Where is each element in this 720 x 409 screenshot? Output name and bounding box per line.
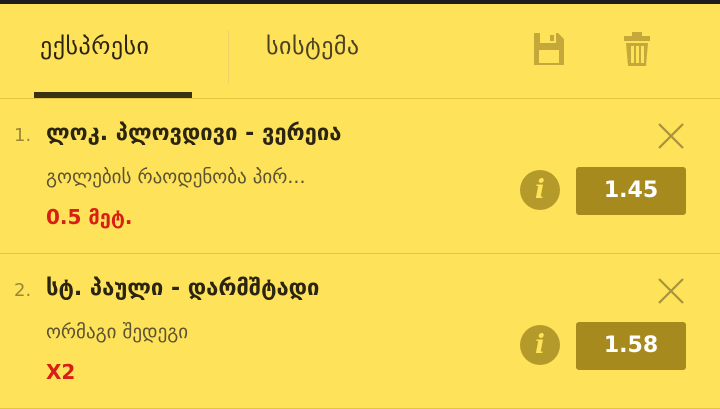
odds-button[interactable]: 1.58: [576, 322, 686, 370]
betslip-tabs: ექსპრესი სისტემა: [0, 4, 720, 99]
bet-index: 1.: [14, 125, 32, 146]
tab-system[interactable]: სისტემა: [266, 32, 360, 60]
tab-express[interactable]: ექსპრესი: [40, 32, 149, 60]
match-title: ლოკ. პლოვდივი - ვერეია: [46, 121, 342, 146]
close-icon[interactable]: [656, 121, 686, 151]
match-title: სტ. პაული - დარმშტადი: [46, 276, 320, 301]
trash-icon[interactable]: [620, 31, 654, 67]
save-icon[interactable]: [532, 31, 566, 67]
selection: X2: [46, 360, 76, 384]
bet-item: 2. სტ. პაული - დარმშტადი ორმაგი შედეგი X…: [0, 254, 720, 409]
market-name: გოლების რაოდენობა პირ...: [46, 166, 306, 188]
active-tab-indicator: [34, 92, 192, 98]
bet-item: 1. ლოკ. პლოვდივი - ვერეია გოლების რაოდენ…: [0, 99, 720, 254]
info-icon[interactable]: i: [520, 170, 560, 210]
selection: 0.5 მეტ.: [46, 205, 133, 229]
tab-divider: [228, 30, 229, 84]
info-icon[interactable]: i: [520, 325, 560, 365]
bet-index: 2.: [14, 280, 32, 301]
odds-button[interactable]: 1.45: [576, 167, 686, 215]
market-name: ორმაგი შედეგი: [46, 321, 189, 343]
close-icon[interactable]: [656, 276, 686, 306]
